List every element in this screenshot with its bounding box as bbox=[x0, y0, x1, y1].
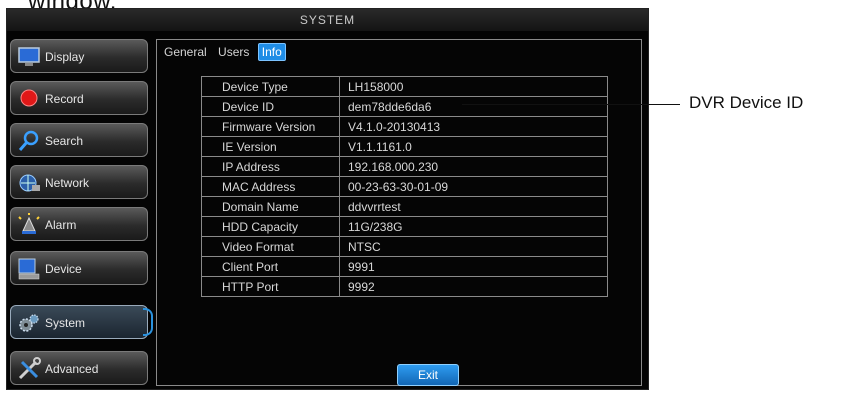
info-key: IP Address bbox=[201, 156, 340, 177]
sidebar-item-label: Display bbox=[45, 50, 85, 64]
network-icon bbox=[19, 174, 40, 192]
info-table: Device Type LH158000 Device ID dem78dde6da6… bbox=[201, 76, 608, 297]
sidebar-item-alarm[interactable]: Alarm bbox=[10, 207, 148, 241]
system-panel: General Users Info Device Type LH158000 De… bbox=[156, 39, 642, 386]
sidebar-item-label: Alarm bbox=[45, 218, 77, 232]
alarm-icon bbox=[18, 213, 40, 234]
tab-users[interactable]: Users bbox=[215, 44, 252, 60]
info-value: 9992 bbox=[339, 276, 608, 297]
sidebar-item-search[interactable]: Search bbox=[10, 123, 148, 157]
table-row: Client Port 9991 bbox=[201, 256, 608, 277]
sidebar-item-advanced[interactable]: Advanced bbox=[10, 351, 148, 385]
sidebar-item-label: Search bbox=[45, 134, 84, 148]
exit-button[interactable]: Exit bbox=[397, 364, 459, 386]
table-row: IE Version V1.1.1161.0 bbox=[201, 136, 608, 157]
dvr-screen: SYSTEM Display Record Search Network Ala… bbox=[6, 8, 649, 390]
info-value: 9991 bbox=[339, 256, 608, 277]
gear-icon bbox=[19, 314, 39, 332]
info-key: Device Type bbox=[201, 76, 340, 97]
info-key: Video Format bbox=[201, 236, 340, 257]
tools-icon bbox=[18, 357, 41, 380]
sidebar-item-device[interactable]: Device bbox=[10, 251, 148, 285]
info-key: HDD Capacity bbox=[201, 216, 340, 237]
sidebar-item-label: Network bbox=[45, 176, 90, 190]
device-icon bbox=[18, 258, 40, 280]
tab-bar: General Users Info bbox=[161, 43, 288, 61]
table-row: HDD Capacity 11G/238G bbox=[201, 216, 608, 237]
info-key: HTTP Port bbox=[201, 276, 340, 297]
info-value: ddvvrrtest bbox=[339, 196, 608, 217]
callout-label: DVR Device ID bbox=[689, 93, 804, 112]
table-row: HTTP Port 9992 bbox=[201, 276, 608, 297]
info-key: Domain Name bbox=[201, 196, 340, 217]
sidebar-item-display[interactable]: Display bbox=[10, 39, 148, 73]
sidebar-item-label: Device bbox=[45, 262, 82, 276]
sidebar-item-network[interactable]: Network bbox=[10, 165, 148, 199]
monitor-icon bbox=[18, 47, 40, 66]
table-row: Device ID dem78dde6da6 bbox=[201, 96, 608, 117]
info-value: dem78dde6da6 bbox=[339, 96, 608, 117]
table-row: Domain Name ddvvrrtest bbox=[201, 196, 608, 217]
table-row: MAC Address 00-23-63-30-01-09 bbox=[201, 176, 608, 197]
sidebar-item-label: Record bbox=[45, 92, 84, 106]
sidebar-item-record[interactable]: Record bbox=[10, 81, 148, 115]
tab-info[interactable]: Info bbox=[257, 43, 286, 61]
sidebar-item-label: System bbox=[45, 316, 86, 330]
info-value: 11G/238G bbox=[339, 216, 608, 237]
table-row: Video Format NTSC bbox=[201, 236, 608, 257]
info-value: LH158000 bbox=[339, 76, 608, 97]
info-value: NTSC bbox=[339, 236, 608, 257]
search-icon bbox=[18, 130, 39, 151]
tab-general[interactable]: General bbox=[161, 44, 210, 60]
info-value: V4.1.0-20130413 bbox=[339, 116, 608, 137]
info-key: Client Port bbox=[201, 256, 340, 277]
active-indicator bbox=[143, 308, 153, 336]
info-value: 00-23-63-30-01-09 bbox=[339, 176, 608, 197]
info-key: IE Version bbox=[201, 136, 340, 157]
info-key: Firmware Version bbox=[201, 116, 340, 137]
sidebar-item-system[interactable]: System bbox=[10, 305, 153, 339]
record-icon bbox=[20, 89, 38, 107]
info-key: MAC Address bbox=[201, 176, 340, 197]
info-value: 192.168.000.230 bbox=[339, 156, 608, 177]
window-title: SYSTEM bbox=[7, 9, 648, 31]
table-row: Device Type LH158000 bbox=[201, 76, 608, 97]
table-row: Firmware Version V4.1.0-20130413 bbox=[201, 116, 608, 137]
table-row: IP Address 192.168.000.230 bbox=[201, 156, 608, 177]
info-key: Device ID bbox=[201, 96, 340, 117]
info-value: V1.1.1161.0 bbox=[339, 136, 608, 157]
sidebar-item-label: Advanced bbox=[45, 362, 99, 376]
callout-line bbox=[462, 104, 680, 105]
